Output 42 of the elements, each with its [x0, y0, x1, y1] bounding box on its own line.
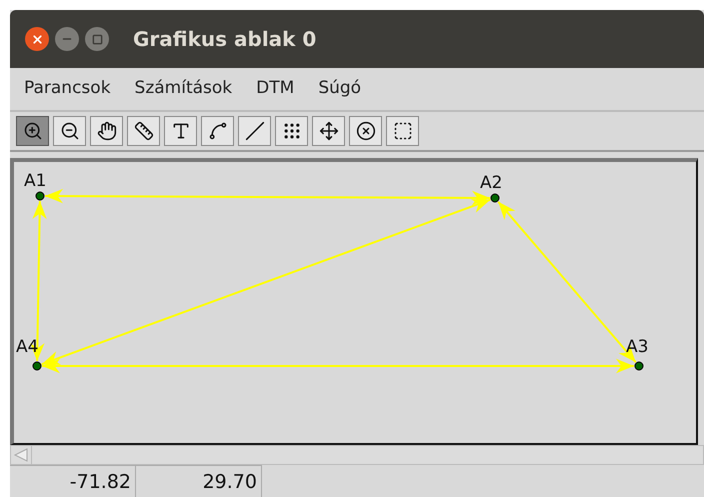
dotted-grid-icon	[282, 121, 302, 141]
point-marker[interactable]	[36, 192, 44, 200]
cross-circle-icon	[356, 121, 376, 141]
toolbar-button[interactable]	[312, 116, 345, 146]
toolbar-button[interactable]	[201, 116, 234, 146]
status-cell: 29.70	[136, 465, 262, 497]
point-label: A3	[626, 337, 648, 357]
menu-item[interactable]: DTM	[256, 76, 294, 102]
point-marker[interactable]	[32, 362, 42, 370]
point-label: A2	[480, 173, 502, 193]
point-marker[interactable]	[490, 194, 500, 202]
ruler-icon	[134, 121, 154, 141]
menu-item[interactable]: Parancsok	[24, 76, 111, 102]
maximize-button[interactable]	[85, 27, 109, 51]
polyline-icon	[208, 121, 228, 141]
toolbar-button[interactable]	[275, 116, 308, 146]
line-icon	[244, 121, 264, 141]
minimize-button[interactable]	[55, 27, 79, 51]
toolbar-button[interactable]	[349, 116, 382, 146]
status-cell: -71.82	[10, 465, 136, 497]
arrows-icon	[318, 121, 338, 141]
toolbar-button[interactable]	[164, 116, 197, 146]
toolbar-button[interactable]	[127, 116, 160, 146]
text-icon	[170, 121, 190, 141]
toolbar-button[interactable]	[238, 116, 271, 146]
close-button[interactable]	[25, 27, 49, 51]
horizontal-scrollbar[interactable]	[10, 445, 704, 465]
toolbar-button[interactable]	[16, 116, 49, 146]
hand-icon	[96, 121, 116, 141]
toolbar-button[interactable]	[386, 116, 419, 146]
maximize-icon	[92, 34, 102, 44]
menu-item[interactable]: Számítások	[134, 76, 232, 102]
close-icon	[30, 32, 44, 46]
point-label: A1	[24, 171, 46, 191]
toolbar-button[interactable]	[90, 116, 123, 146]
menu-item[interactable]: Súgó	[318, 76, 362, 102]
window-title: Grafikus ablak 0	[133, 26, 316, 53]
point-marker[interactable]	[634, 362, 644, 370]
dashed-square-icon	[392, 121, 412, 141]
toolbar-button[interactable]	[53, 116, 86, 146]
zoom-out-icon	[60, 121, 80, 141]
zoom-in-icon	[22, 121, 42, 141]
